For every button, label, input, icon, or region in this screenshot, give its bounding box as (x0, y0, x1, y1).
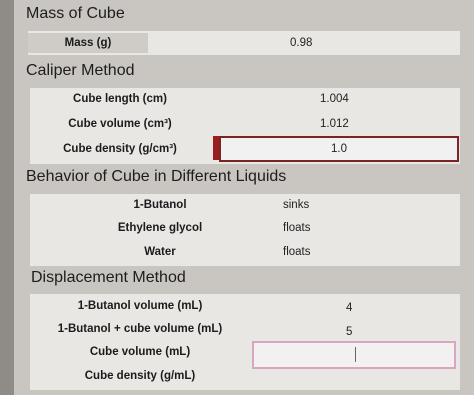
liquid-result[interactable]: floats (283, 218, 343, 238)
liquid-result[interactable]: sinks (283, 195, 343, 215)
window-edge (0, 0, 14, 395)
displacement-heading: Displacement Method (31, 269, 186, 286)
butanol-cube-volume-label: 1-Butanol + cube volume (mL) (57, 323, 223, 335)
mass-value[interactable]: 0.98 (290, 33, 330, 53)
liquid-result[interactable]: floats (283, 242, 343, 262)
mass-row: Mass (g) 0.98 (28, 31, 460, 55)
cube-length-label: Cube length (cm) (73, 93, 167, 105)
liquid-label: 1-Butanol (133, 199, 187, 211)
cube-density-input[interactable]: 1.0 (219, 136, 459, 162)
cube-volume-value[interactable]: 1.012 (320, 114, 360, 134)
liquid-label: Ethylene glycol (117, 222, 203, 234)
behavior-panel: 1-Butanol sinks Ethylene glycol floats W… (30, 194, 460, 266)
butanol-cube-volume-value[interactable]: 5 (346, 322, 366, 342)
butanol-volume-value[interactable]: 4 (346, 298, 366, 318)
caliper-heading: Caliper Method (26, 62, 135, 79)
mass-heading: Mass of Cube (26, 5, 125, 22)
cube-volume-input[interactable] (252, 341, 456, 369)
text-cursor (355, 347, 356, 362)
liquid-label: Water (144, 246, 176, 258)
butanol-volume-label: 1-Butanol volume (mL) (77, 300, 203, 312)
behavior-heading: Behavior of Cube in Different Liquids (26, 168, 287, 185)
cube-density-value: 1.0 (331, 143, 347, 155)
cube-length-value[interactable]: 1.004 (320, 89, 360, 109)
cube-volume-ml-label: Cube volume (mL) (89, 346, 191, 358)
mass-label: Mass (g) (28, 33, 148, 53)
cube-volume-label: Cube volume (cm³) (68, 118, 172, 130)
cube-density-label: Cube density (g/cm³) (63, 143, 177, 155)
cube-density-gml-label: Cube density (g/mL) (84, 370, 196, 382)
